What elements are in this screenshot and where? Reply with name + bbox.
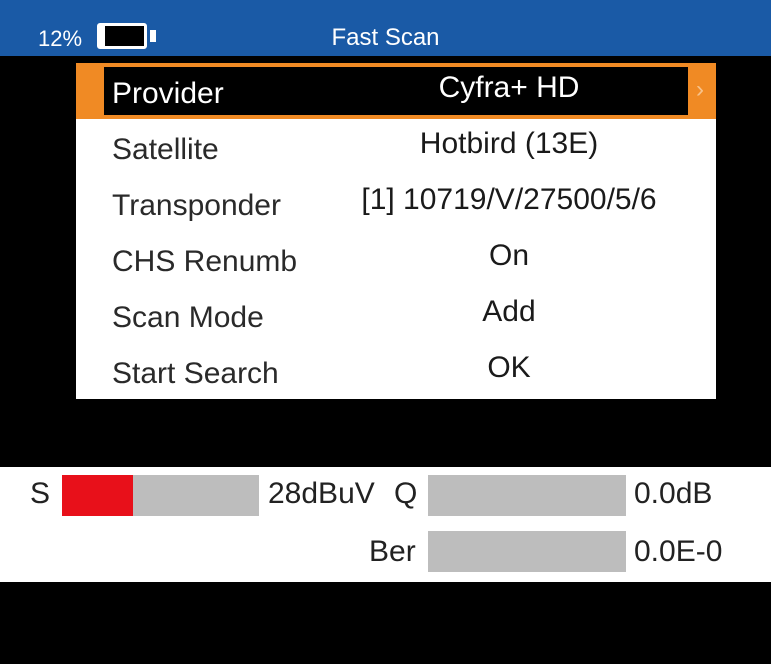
menu-label-chs-renumb: CHS Renumb	[112, 245, 298, 278]
ber-bar	[428, 531, 626, 572]
signal-strength-value: 28dBuV	[268, 477, 375, 510]
quality-label: Q	[394, 477, 418, 510]
menu-label-scan-mode: Scan Mode	[112, 301, 264, 334]
quality-bar	[428, 475, 626, 516]
menu-value-satellite[interactable]: Hotbird (13E)	[314, 127, 704, 161]
fast-scan-menu: Provider Cyfra+ HD › Satellite Hotbird (…	[76, 63, 716, 399]
ber-label: Ber	[369, 535, 416, 568]
quality-value: 0.0dB	[634, 477, 713, 510]
menu-row-start-search[interactable]: Start Search OK	[76, 343, 716, 399]
menu-row-satellite[interactable]: Satellite Hotbird (13E)	[76, 119, 716, 175]
menu-value-chs-renumb[interactable]: On	[314, 239, 704, 273]
signal-strength-fill	[62, 475, 133, 516]
menu-value-provider[interactable]: Cyfra+ HD	[314, 71, 704, 105]
signal-strength-bar	[62, 475, 259, 516]
signal-meters-panel: S 28dBuV Q 0.0dB Ber 0.0E-0	[0, 467, 771, 582]
menu-label-start-search: Start Search	[112, 357, 279, 390]
menu-row-transponder[interactable]: Transponder [1] 10719/V/27500/5/6	[76, 175, 716, 231]
menu-label-transponder: Transponder	[112, 189, 281, 222]
menu-label-satellite: Satellite	[112, 133, 219, 166]
menu-value-scan-mode[interactable]: Add	[314, 295, 704, 329]
menu-row-scan-mode[interactable]: Scan Mode Add	[76, 287, 716, 343]
menu-value-transponder[interactable]: [1] 10719/V/27500/5/6	[314, 183, 704, 217]
ber-value: 0.0E-0	[634, 535, 723, 568]
chevron-right-icon[interactable]: ›	[696, 73, 704, 107]
title-bar: 12% Fast Scan	[0, 0, 771, 56]
menu-row-chs-renumb[interactable]: CHS Renumb On	[76, 231, 716, 287]
menu-row-provider[interactable]: Provider Cyfra+ HD ›	[76, 63, 716, 119]
menu-value-start-search[interactable]: OK	[314, 351, 704, 385]
page-title: Fast Scan	[331, 24, 440, 51]
menu-label-provider: Provider	[112, 77, 224, 110]
signal-strength-label: S	[30, 477, 51, 510]
